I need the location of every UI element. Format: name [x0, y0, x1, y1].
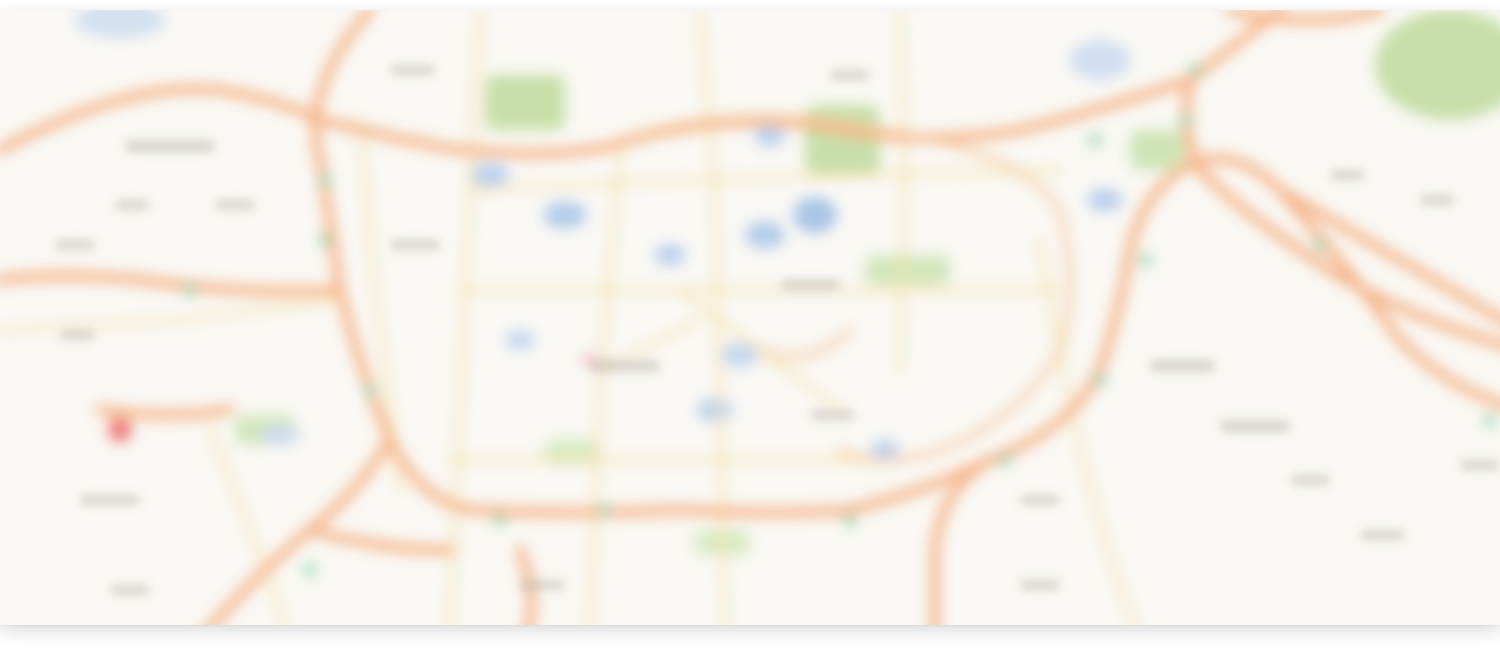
transit-stop	[364, 384, 376, 396]
transit-stop	[1189, 64, 1201, 76]
land-background	[0, 10, 1500, 625]
map-label	[1220, 420, 1290, 432]
water-area	[654, 244, 686, 266]
transit-stop	[319, 174, 331, 186]
water-area	[745, 221, 785, 249]
map-label	[1290, 475, 1330, 485]
map-label	[810, 410, 855, 420]
map-label	[780, 280, 840, 290]
transit-stop	[599, 504, 611, 516]
water-area	[543, 201, 587, 229]
map-label	[1150, 360, 1215, 372]
map-label	[80, 495, 140, 505]
map-label	[1460, 460, 1500, 470]
map-label	[1420, 195, 1455, 205]
transit-stop	[1179, 114, 1191, 126]
map-label	[125, 140, 215, 152]
water-area	[505, 330, 535, 350]
transit-stop	[1089, 134, 1101, 146]
park-area	[865, 255, 950, 285]
map-label	[55, 240, 95, 250]
water-area	[1070, 40, 1130, 80]
transit-stop	[844, 514, 856, 526]
map-label	[110, 585, 150, 595]
map-label	[115, 200, 150, 210]
transit-stop	[494, 514, 506, 526]
map-canvas[interactable]	[0, 10, 1500, 625]
transit-stop	[1094, 374, 1106, 386]
water-area	[260, 425, 300, 445]
map-label	[590, 360, 660, 372]
map-label	[1330, 170, 1365, 180]
park-area	[485, 75, 565, 130]
major-road	[95, 405, 235, 420]
water-area	[470, 163, 510, 187]
transit-stop	[319, 234, 331, 246]
transit-stop	[1314, 239, 1326, 251]
transit-stop	[304, 564, 316, 576]
map-tiles	[0, 10, 1500, 625]
map-label	[215, 200, 255, 210]
map-label	[520, 580, 565, 590]
map-label	[1020, 495, 1060, 505]
map-label	[390, 240, 440, 250]
map-label	[390, 65, 435, 75]
water-area	[793, 197, 837, 233]
park-area	[805, 105, 880, 175]
red-poi-marker	[108, 418, 132, 442]
transit-stop	[999, 454, 1011, 466]
map-label	[60, 330, 95, 340]
map-label	[830, 70, 870, 80]
transit-stop	[184, 284, 196, 296]
map-label	[1360, 530, 1405, 540]
water-area	[1087, 188, 1123, 212]
map-label	[1020, 580, 1060, 590]
water-area	[697, 398, 733, 422]
transit-stop	[1139, 254, 1151, 266]
transit-stop	[1484, 414, 1496, 426]
park-area	[1130, 130, 1185, 170]
